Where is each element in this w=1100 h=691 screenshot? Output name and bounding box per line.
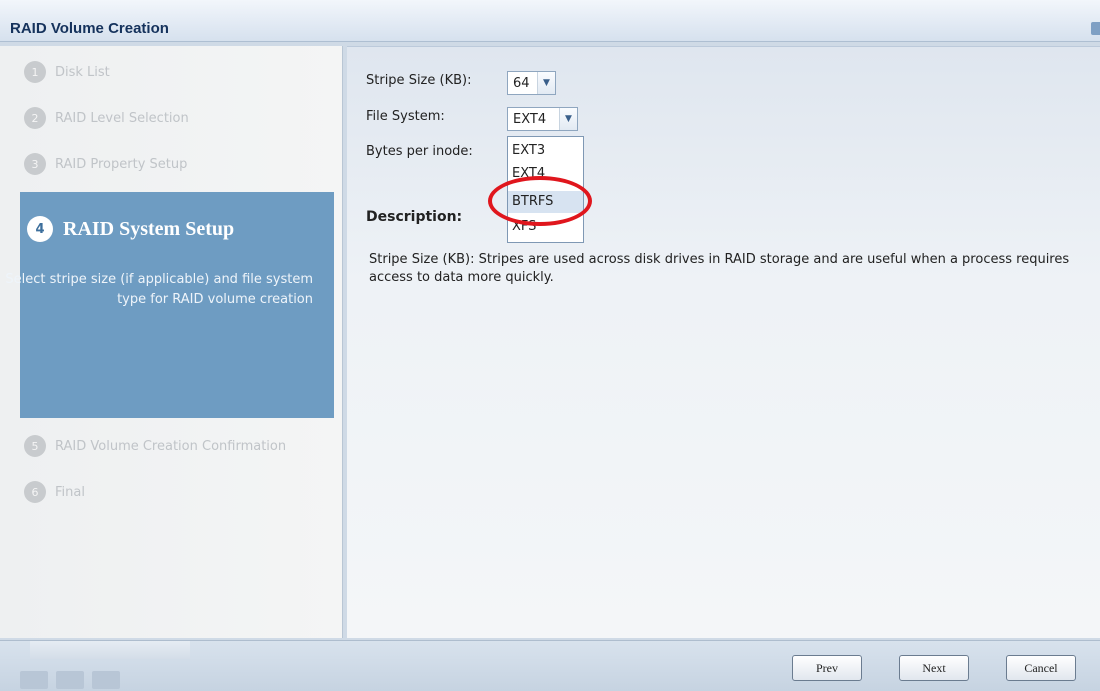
stripe-size-value: 64 [513, 75, 530, 91]
step-label: Disk List [55, 64, 110, 80]
step-label: Final [55, 484, 85, 500]
step-number-badge: 3 [24, 153, 46, 175]
taskbar-tile[interactable] [92, 671, 120, 689]
wizard-frame: 1 Disk List 2 RAID Level Selection 3 RAI… [0, 42, 1100, 640]
step-label: RAID Property Setup [55, 156, 188, 172]
description-text: Stripe Size (KB): Stripes are used acros… [369, 252, 1070, 285]
step-raid-volume-creation-confirmation: 5 RAID Volume Creation Confirmation [24, 434, 286, 458]
active-step-label: RAID System Setup [63, 217, 235, 240]
wizard-content-panel: Stripe Size (KB): 64 ▼ File System: EXT4… [347, 46, 1100, 638]
step-label: RAID Volume Creation Confirmation [55, 438, 287, 454]
next-button[interactable]: Next [899, 655, 969, 681]
bytes-per-inode-label: Bytes per inode: [366, 144, 473, 159]
red-highlight-circle [488, 176, 592, 226]
window-corner-control[interactable] [1091, 22, 1100, 35]
step-disk-list: 1 Disk List [24, 60, 110, 84]
window-titlebar: RAID Volume Creation [0, 0, 1100, 42]
dropdown-option-ext3[interactable]: EXT3 [508, 140, 583, 162]
description-heading: Description: [366, 209, 463, 225]
cancel-button[interactable]: Cancel [1006, 655, 1076, 681]
step-raid-property-setup: 3 RAID Property Setup [24, 152, 187, 176]
taskbar-tile[interactable] [20, 671, 48, 689]
file-system-label: File System: [366, 109, 445, 124]
chevron-down-icon[interactable]: ▼ [537, 72, 555, 94]
active-step-description: Select stripe size (if applicable) and f… [5, 272, 313, 307]
step-raid-system-setup-active: 4 RAID System Setup Select stripe size (… [5, 192, 334, 418]
active-step-header: 4 RAID System Setup [27, 216, 234, 242]
wizard-button-bar: Prev Next Cancel [0, 640, 1100, 691]
file-system-value: EXT4 [513, 111, 547, 127]
taskbar-tile[interactable] [56, 671, 84, 689]
active-step-number-badge: 4 [27, 216, 53, 242]
stripe-size-label: Stripe Size (KB): [366, 73, 472, 88]
step-number-badge: 1 [24, 61, 46, 83]
step-number-badge: 2 [24, 107, 46, 129]
file-system-select[interactable]: EXT4 ▼ [507, 107, 578, 131]
step-number-badge: 5 [24, 435, 46, 457]
window-title: RAID Volume Creation [10, 20, 169, 37]
taskbar-tiles [20, 671, 120, 689]
step-raid-level-selection: 2 RAID Level Selection [24, 106, 189, 130]
step-number-badge: 6 [24, 481, 46, 503]
wizard-steps-panel: 1 Disk List 2 RAID Level Selection 3 RAI… [0, 46, 343, 638]
stripe-size-select[interactable]: 64 ▼ [507, 71, 556, 95]
step-label: RAID Level Selection [55, 110, 189, 126]
taskbar-strip [30, 641, 190, 659]
step-final: 6 Final [24, 480, 85, 504]
prev-button[interactable]: Prev [792, 655, 862, 681]
chevron-down-icon[interactable]: ▼ [559, 108, 577, 130]
